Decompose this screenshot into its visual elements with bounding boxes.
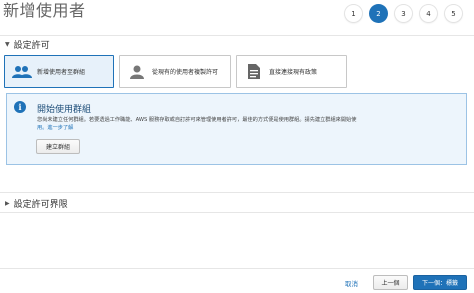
users-group-icon	[12, 65, 32, 79]
option-attach-policies-label: 直接連接現有政策	[269, 69, 318, 76]
divider	[0, 35, 474, 36]
step-2[interactable]: 2	[370, 5, 387, 22]
divider	[0, 192, 474, 193]
option-copy-permissions[interactable]: 從現有的使用者複製許可	[119, 55, 231, 88]
step-1[interactable]: 1	[345, 5, 362, 22]
info-box-text: 您尚未建立任何群組。若要透過工作職能、AWS 服務存取或自訂許可來管理使用者許可…	[37, 117, 357, 123]
cancel-link[interactable]: 取消	[345, 278, 358, 288]
step-5[interactable]: 5	[445, 5, 462, 22]
step-3[interactable]: 3	[395, 5, 412, 22]
option-add-to-group[interactable]: 新增使用者至群組	[4, 55, 114, 88]
caret-right-icon: ▶	[5, 200, 10, 207]
create-group-button[interactable]: 建立群組	[36, 139, 80, 154]
option-attach-policies[interactable]: 直接連接現有政策	[236, 55, 347, 88]
boundary-section-toggle[interactable]: ▶ 設定許可界限	[5, 197, 68, 210]
learn-more-link[interactable]: 用。進一步了解	[37, 124, 73, 131]
next-button[interactable]: 下一個：標籤	[413, 275, 467, 290]
page-title: 新增使用者	[3, 1, 86, 20]
option-add-to-group-label: 新增使用者至群組	[37, 69, 86, 76]
boundary-section-title: 設定許可界限	[13, 200, 68, 210]
document-icon	[244, 64, 264, 79]
user-icon	[127, 65, 147, 79]
info-icon: i	[14, 101, 26, 113]
step-4[interactable]: 4	[420, 5, 437, 22]
info-box-title: 開始使用群組	[37, 105, 92, 115]
caret-down-icon: ▼	[5, 41, 10, 48]
option-copy-permissions-label: 從現有的使用者複製許可	[152, 69, 219, 76]
footer-divider	[0, 268, 474, 269]
previous-button[interactable]: 上一個	[373, 275, 408, 290]
permissions-section-toggle[interactable]: ▼ 設定許可	[5, 38, 50, 51]
permissions-section-title: 設定許可	[13, 41, 50, 51]
divider	[0, 212, 474, 213]
